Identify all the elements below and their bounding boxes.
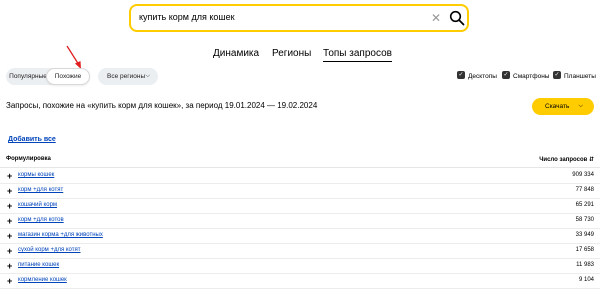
query-count: 65 291	[575, 202, 594, 208]
plus-icon[interactable]: +	[7, 245, 12, 257]
plus-icon[interactable]: +	[7, 230, 12, 242]
column-header-phrase: Формулировка	[6, 156, 51, 162]
tab-dynamics[interactable]: Динамика	[213, 48, 259, 59]
table-row: + корм +для котов 58 730	[0, 214, 600, 229]
table-row: + кошачий корм 65 291	[0, 199, 600, 214]
query-link[interactable]: корм +для котят	[18, 187, 63, 193]
plus-icon[interactable]: +	[7, 275, 12, 287]
plus-icon[interactable]: +	[7, 185, 12, 197]
query-link[interactable]: питание кошек	[18, 262, 59, 268]
table-row: + кормление кошек 9 104	[0, 274, 600, 289]
query-count: 909 334	[572, 172, 594, 178]
table-row: + сухой корм +для котят 17 658	[0, 244, 600, 259]
table-row: + питание кошек 11 983	[0, 259, 600, 274]
tab-top-queries[interactable]: Топы запросов	[323, 48, 392, 62]
tab-regions[interactable]: Регионы	[272, 48, 311, 59]
query-count: 17 658	[575, 247, 594, 253]
query-count: 33 949	[575, 232, 594, 238]
query-link[interactable]: сухой корм +для котят	[18, 247, 81, 253]
annotation-arrow-icon	[66, 45, 81, 69]
search-input[interactable]: купить корм для кошек	[139, 12, 235, 22]
table-row: + кормы кошек 909 334	[0, 169, 600, 184]
column-header-count[interactable]: Число запросов ⇵	[539, 156, 594, 163]
query-type-switch: Популярные Похожие	[6, 68, 90, 85]
chevron-down-icon: ⌵	[578, 103, 583, 109]
query-link[interactable]: корм +для котов	[18, 217, 64, 223]
search-icon[interactable]	[449, 10, 465, 26]
filter-row: Популярные Похожие Все регионы ⌵ ✓ Дескто…	[0, 68, 600, 86]
download-label: Скачать	[545, 103, 570, 110]
table-header: Формулировка Число запросов ⇵	[0, 154, 600, 168]
plus-icon[interactable]: +	[7, 215, 12, 227]
query-count: 11 983	[576, 262, 594, 268]
table-body: + кормы кошек 909 334 + корм +для котят …	[0, 169, 600, 289]
regions-label: Все регионы	[107, 73, 146, 80]
download-button[interactable]: Скачать ⌵	[532, 98, 594, 115]
page-title: Запросы, похожие на «купить корм для кош…	[6, 101, 318, 110]
table-row: + магазин корма +для животных 33 949	[0, 229, 600, 244]
device-tablet[interactable]: ✓ Планшеты	[553, 71, 596, 82]
query-count: 9 104	[578, 277, 594, 283]
checkbox-checked-icon[interactable]: ✓	[553, 71, 561, 80]
device-desktop-label: Десктопы	[468, 73, 497, 80]
device-smartphone[interactable]: ✓ Смартфоны	[502, 71, 549, 82]
device-tablet-label: Планшеты	[564, 73, 596, 80]
table-row: + корм +для котят 77 848	[0, 184, 600, 199]
query-count: 77 848	[575, 187, 594, 193]
tabs-bar: Динамика Регионы Топы запросов	[0, 48, 600, 62]
chevron-down-icon: ⌵	[145, 73, 150, 79]
segment-popular[interactable]: Популярные	[6, 68, 50, 85]
plus-icon[interactable]: +	[7, 170, 12, 182]
close-icon[interactable]: ✕	[431, 11, 441, 25]
query-count: 58 730	[575, 217, 594, 223]
query-link[interactable]: магазин корма +для животных	[18, 232, 103, 238]
query-link[interactable]: кормление кошек	[18, 277, 67, 283]
device-smartphone-label: Смартфоны	[513, 73, 550, 80]
search-box[interactable]: купить корм для кошек ✕	[129, 4, 469, 32]
checkbox-checked-icon[interactable]: ✓	[457, 71, 465, 80]
device-desktop[interactable]: ✓ Десктопы	[457, 71, 497, 82]
query-link[interactable]: кормы кошек	[18, 172, 54, 178]
add-all-link[interactable]: Добавить все	[8, 136, 56, 143]
segment-similar[interactable]: Похожие	[46, 68, 90, 85]
query-link[interactable]: кошачий корм	[18, 202, 57, 208]
checkbox-checked-icon[interactable]: ✓	[502, 71, 510, 80]
regions-dropdown[interactable]: Все регионы ⌵	[98, 68, 158, 85]
plus-icon[interactable]: +	[7, 200, 12, 212]
plus-icon[interactable]: +	[7, 260, 12, 272]
